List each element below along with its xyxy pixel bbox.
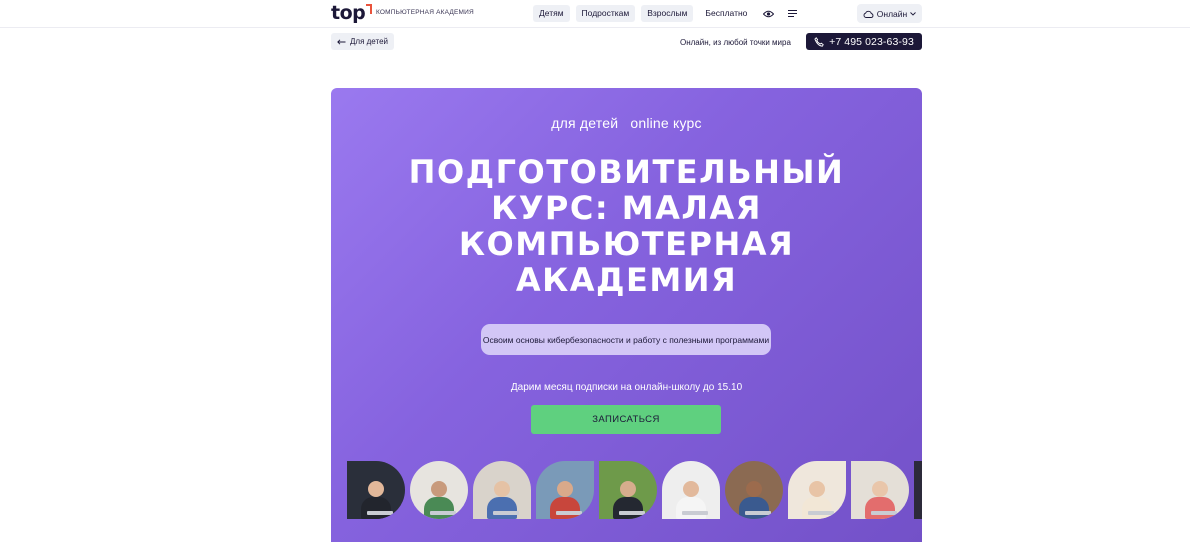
cloud-icon — [863, 10, 874, 18]
student-photo — [914, 461, 922, 519]
photo-laptop — [619, 511, 645, 515]
photo-figure-head — [557, 481, 573, 497]
photo-laptop — [871, 511, 897, 515]
student-photo — [851, 461, 909, 519]
phone-button[interactable]: +7 495 023-63-93 — [806, 33, 922, 50]
photo-figure-body — [550, 497, 580, 519]
photo-figure-head — [620, 481, 636, 497]
promo-text: Дарим месяц подписки на онлайн-школу до … — [510, 382, 743, 393]
location-label: Онлайн — [876, 8, 908, 19]
photo-figure-body — [802, 497, 832, 519]
nav-kids[interactable]: Детям — [533, 5, 570, 22]
student-photo — [788, 461, 846, 519]
arrow-left-icon — [337, 38, 346, 45]
photo-laptop — [556, 511, 582, 515]
student-photo — [410, 461, 468, 519]
chevron-down-icon — [910, 11, 917, 16]
photo-figure-body — [613, 497, 643, 519]
top-navigation-bar: top КОМПЬЮТЕРНАЯ АКАДЕМИЯ Детям Подростк… — [0, 0, 1190, 28]
accessibility-eye-icon[interactable] — [759, 5, 777, 22]
menu-icon[interactable] — [783, 5, 801, 22]
photo-figure-body — [361, 497, 391, 519]
course-hero-banner: для детей online курс Подготовительный к… — [331, 88, 922, 542]
phone-icon — [814, 36, 824, 47]
student-photo — [536, 461, 594, 519]
photo-figure-body — [865, 497, 895, 519]
hero-tags: для детей online курс — [331, 115, 922, 131]
course-title: Подготовительный курс: Малая компьютерна… — [408, 153, 845, 299]
photo-laptop — [367, 511, 393, 515]
logo-tagline: КОМПЬЮТЕРНАЯ АКАДЕМИЯ — [376, 9, 474, 16]
photo-laptop — [745, 511, 771, 515]
photo-figure-body — [739, 497, 769, 519]
photo-laptop — [682, 511, 708, 515]
student-photo-strip — [347, 461, 922, 519]
logo[interactable]: top — [331, 2, 373, 25]
photo-figure-body — [676, 497, 706, 519]
photo-laptop — [493, 511, 519, 515]
photo-figure-head — [368, 481, 384, 497]
nav-adults[interactable]: Взрослым — [641, 5, 694, 22]
back-button[interactable]: Для детей — [331, 33, 394, 50]
photo-laptop — [430, 511, 456, 515]
photo-figure-head — [431, 481, 447, 497]
logo-wordmark: top — [331, 2, 366, 24]
phone-number: +7 495 023-63-93 — [829, 35, 914, 48]
photo-figure-head — [683, 481, 699, 497]
online-note: Онлайн, из любой точки мира — [680, 38, 791, 47]
photo-figure-head — [872, 481, 888, 497]
logo-corner-mark — [366, 4, 373, 14]
audience-nav: Детям Подросткам Взрослым Бесплатно — [533, 5, 801, 22]
nav-free[interactable]: Бесплатно — [699, 5, 753, 22]
student-photo — [725, 461, 783, 519]
photo-figure-body — [424, 497, 454, 519]
student-photo — [347, 461, 405, 519]
photo-figure-head — [809, 481, 825, 497]
location-dropdown[interactable]: Онлайн — [857, 4, 922, 23]
photo-laptop — [808, 511, 834, 515]
student-photo — [473, 461, 531, 519]
enroll-button[interactable]: ЗАПИСАТЬСЯ — [531, 405, 721, 434]
student-photo — [599, 461, 657, 519]
format-tag: online курс — [630, 115, 702, 131]
student-photo — [662, 461, 720, 519]
course-subtitle: Освоим основы кибербезопасности и работу… — [481, 324, 771, 355]
nav-teens[interactable]: Подросткам — [575, 5, 636, 22]
back-button-label: Для детей — [350, 37, 388, 46]
audience-tag: для детей — [551, 115, 619, 131]
photo-background — [914, 461, 922, 519]
photo-figure-head — [494, 481, 510, 497]
photo-figure-head — [746, 481, 762, 497]
photo-figure-body — [487, 497, 517, 519]
